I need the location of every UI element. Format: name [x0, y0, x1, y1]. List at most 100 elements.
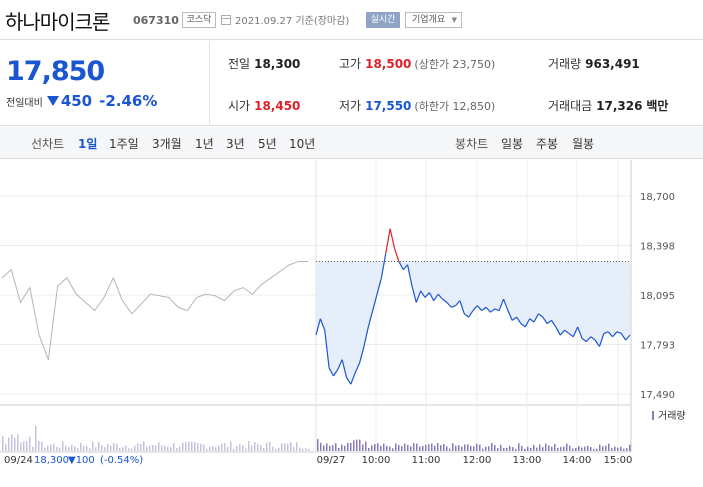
- prev-day-pct: (-0.54%): [100, 455, 143, 466]
- lower-limit: (하한가 12,850): [414, 100, 496, 113]
- volume-bar: [563, 446, 565, 451]
- volume-bar-prev: [242, 445, 244, 451]
- x-tick-label: 12:00: [463, 455, 492, 466]
- volume-bar: [473, 446, 475, 451]
- volume-bar-prev: [296, 442, 298, 451]
- volume-bar-prev: [284, 443, 286, 451]
- volume-bar: [353, 440, 355, 451]
- volume-bar: [470, 445, 472, 451]
- volume-bar-prev: [17, 434, 19, 451]
- volume-bar: [476, 443, 478, 451]
- volume-bar: [479, 444, 481, 451]
- stock-name: 하나마이크론: [5, 10, 110, 34]
- volume-bar: [410, 446, 412, 451]
- volume-bar: [596, 448, 598, 451]
- volume-bar-prev: [263, 447, 265, 451]
- volume-bar-prev: [257, 444, 259, 451]
- volume-bar-prev: [155, 445, 157, 451]
- volume-bar-prev: [83, 446, 85, 451]
- volume-bar-prev: [206, 448, 208, 451]
- volume-bar-prev: [68, 447, 70, 451]
- volume-bar: [509, 445, 511, 451]
- volume-bar: [347, 442, 349, 451]
- volume-bar: [500, 444, 502, 451]
- volume-bar: [362, 444, 364, 451]
- volume-bar-prev: [239, 444, 241, 451]
- volume-bar-prev: [41, 441, 43, 451]
- volume-bar-prev: [281, 443, 283, 451]
- volume-bar-prev: [305, 448, 307, 451]
- volume-bar-prev: [170, 447, 172, 451]
- realtime-button[interactable]: 실시간: [366, 12, 400, 28]
- stock-header: 하나마이크론 067310 코스닥 2021.09.27 기준(장마감) 실시간…: [0, 0, 703, 40]
- volume-bar: [467, 444, 469, 451]
- price-summary: 17,850 전일대비 450 -2.46% 전일 18,300 고가 18,500…: [0, 41, 703, 126]
- volume-bar: [404, 443, 406, 451]
- volume-bar-prev: [2, 436, 4, 451]
- volume-bar: [380, 445, 382, 451]
- prev-day-change: ▼100: [68, 455, 95, 466]
- tab-daily[interactable]: 일봉: [501, 135, 523, 152]
- volume-bar-prev: [23, 441, 25, 451]
- volume-bar-prev: [131, 448, 133, 451]
- volume-bar: [554, 444, 556, 451]
- volume-bar-prev: [110, 445, 112, 451]
- volume-bar: [506, 447, 508, 451]
- volume-bar-prev: [95, 447, 97, 451]
- volume-bar-prev: [38, 440, 40, 451]
- chart-tabs: 선차트 1일 1주일 3개월 1년 3년 5년 10년 봉차트 일봉 주봉 월봉: [0, 127, 703, 159]
- volume-bar-prev: [137, 443, 139, 451]
- volume-bar-prev: [35, 425, 37, 451]
- volume-bar: [320, 442, 322, 451]
- volume-bar-prev: [287, 443, 289, 451]
- tab-1w[interactable]: 1주일: [109, 135, 139, 152]
- volume-bar: [416, 443, 418, 451]
- volume-bar-prev: [245, 448, 247, 451]
- tab-3y[interactable]: 3년: [226, 135, 245, 152]
- volume-bar-prev: [161, 445, 163, 451]
- chart-svg: 18,700 18,398 18,095 17,793 17,490 09/27 10:0…: [0, 160, 686, 466]
- volume-bar: [434, 445, 436, 451]
- volume-bar: [614, 446, 616, 451]
- tab-10y[interactable]: 10년: [289, 135, 315, 152]
- volume-bar-prev: [122, 447, 124, 451]
- intraday-chart[interactable]: 18,700 18,398 18,095 17,793 17,490 09/27 10:0…: [0, 160, 703, 487]
- current-price-box: 17,850 전일대비 450 -2.46%: [0, 41, 210, 126]
- high-value: 18,500: [365, 57, 412, 71]
- candle-chart-label: 봉차트: [455, 137, 489, 151]
- volume-bar: [491, 443, 493, 451]
- volume-bar-prev: [299, 447, 301, 451]
- volume-bar-prev: [212, 446, 214, 451]
- volume-bar: [440, 445, 442, 451]
- volume-bar: [617, 447, 619, 451]
- volume-bar: [461, 446, 463, 451]
- volume-bar: [359, 439, 361, 451]
- volume-bar: [386, 445, 388, 451]
- volume-bar: [485, 446, 487, 451]
- volume-bar-prev: [65, 445, 67, 451]
- volume-bar-prev: [251, 445, 253, 451]
- volume-bar-prev: [98, 441, 100, 451]
- price-change: 전일대비 450 -2.46%: [6, 92, 157, 110]
- tab-5y[interactable]: 5년: [258, 135, 277, 152]
- volume-bar-prev: [59, 447, 61, 451]
- tab-3m[interactable]: 3개월: [152, 135, 182, 152]
- tab-monthly[interactable]: 월봉: [572, 135, 594, 152]
- volume-bar: [392, 448, 394, 451]
- company-overview-button[interactable]: 기업개요 ▼: [405, 12, 462, 28]
- volume-bar-prev: [191, 441, 193, 451]
- volume-bar-prev: [182, 442, 184, 451]
- tab-1d[interactable]: 1일: [78, 135, 97, 152]
- tab-weekly[interactable]: 주봉: [536, 135, 558, 152]
- tab-1y[interactable]: 1년: [195, 135, 214, 152]
- volume-bar: [341, 444, 343, 451]
- volume-bar: [383, 443, 385, 451]
- volume-bar: [539, 444, 541, 451]
- volume-bar-prev: [254, 442, 256, 451]
- volume-bar: [395, 443, 397, 451]
- volume-bar-prev: [47, 445, 49, 451]
- volume-bar-prev: [218, 445, 220, 451]
- volume-bar: [575, 448, 577, 451]
- volume-bar: [593, 448, 595, 451]
- volume-bar: [323, 445, 325, 451]
